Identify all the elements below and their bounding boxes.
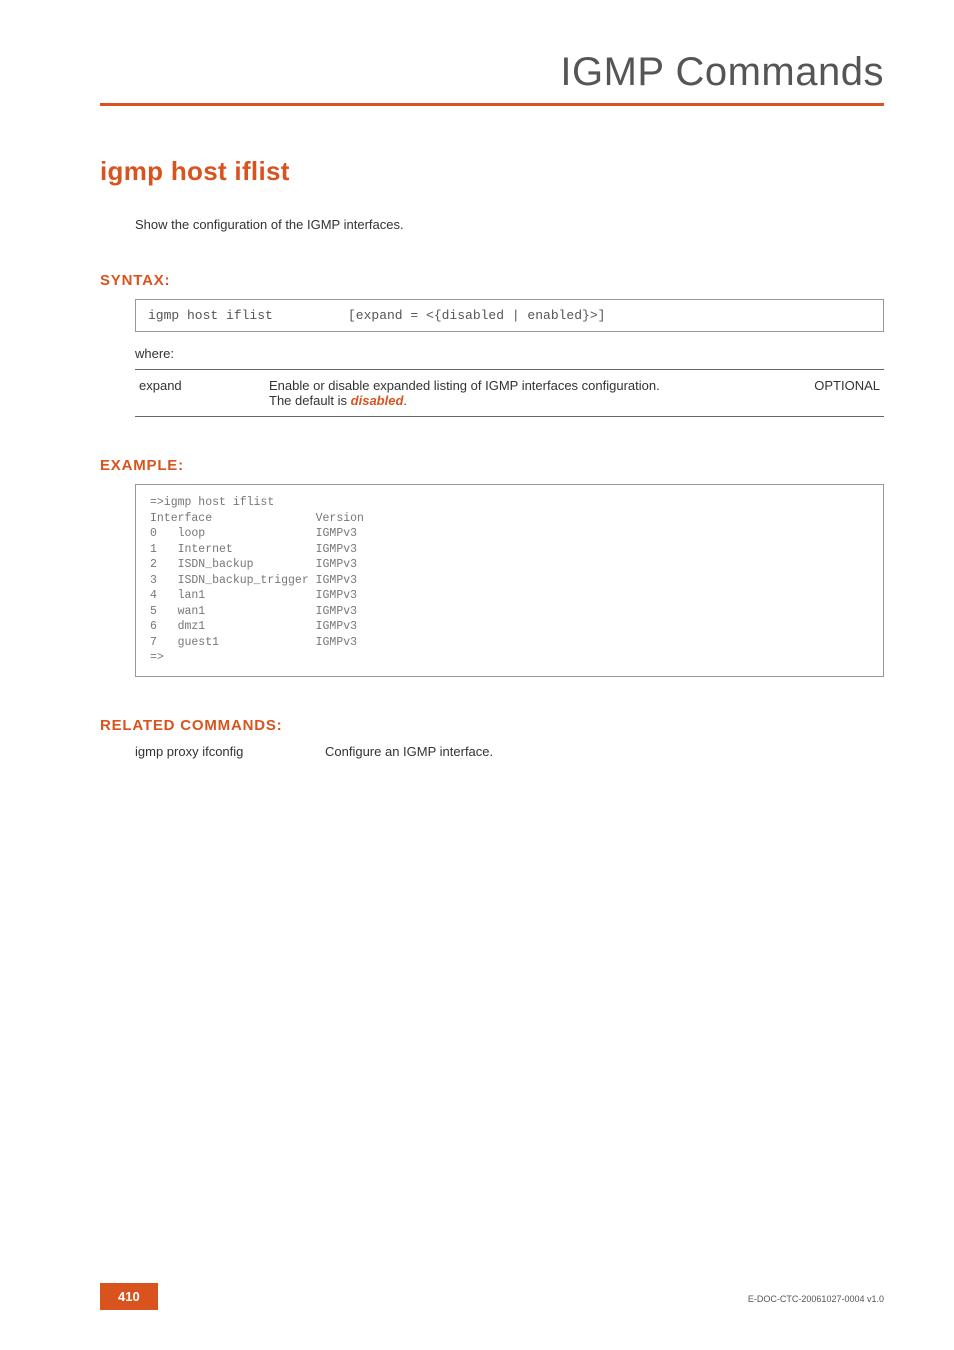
page-footer: 410 E-DOC-CTC-20061027-0004 v1.0 — [0, 1284, 954, 1310]
example-box: =>igmp host iflist Interface Version 0 l… — [135, 484, 884, 677]
page-number: 410 — [100, 1283, 158, 1310]
param-default-label: The default is — [269, 393, 351, 408]
related-row: igmp proxy ifconfig Configure an IGMP in… — [135, 744, 884, 759]
param-default-value: disabled — [351, 393, 404, 408]
command-description: Show the configuration of the IGMP inter… — [135, 217, 884, 232]
table-row: expand Enable or disable expanded listin… — [135, 370, 884, 417]
related-description: Configure an IGMP interface. — [325, 744, 493, 759]
title-rule — [100, 103, 884, 106]
param-optional: OPTIONAL — [784, 370, 884, 417]
example-label: EXAMPLE: — [100, 457, 884, 474]
syntax-arguments: [expand = <{disabled | enabled}>] — [348, 308, 871, 323]
document-id: E-DOC-CTC-20061027-0004 v1.0 — [748, 1294, 884, 1304]
related-label: RELATED COMMANDS: — [100, 717, 884, 734]
param-default-suffix: . — [403, 393, 407, 408]
param-name: expand — [135, 370, 265, 417]
syntax-command: igmp host iflist — [148, 308, 348, 323]
related-command: igmp proxy ifconfig — [135, 744, 285, 759]
syntax-box: igmp host iflist [expand = <{disabled | … — [135, 299, 884, 332]
parameter-table: expand Enable or disable expanded listin… — [135, 369, 884, 417]
param-desc-text: Enable or disable expanded listing of IG… — [269, 378, 660, 393]
where-label: where: — [135, 346, 884, 361]
syntax-label: SYNTAX: — [100, 272, 884, 289]
chapter-title: IGMP Commands — [100, 50, 884, 95]
param-description: Enable or disable expanded listing of IG… — [265, 370, 784, 417]
command-title: igmp host iflist — [100, 156, 884, 187]
